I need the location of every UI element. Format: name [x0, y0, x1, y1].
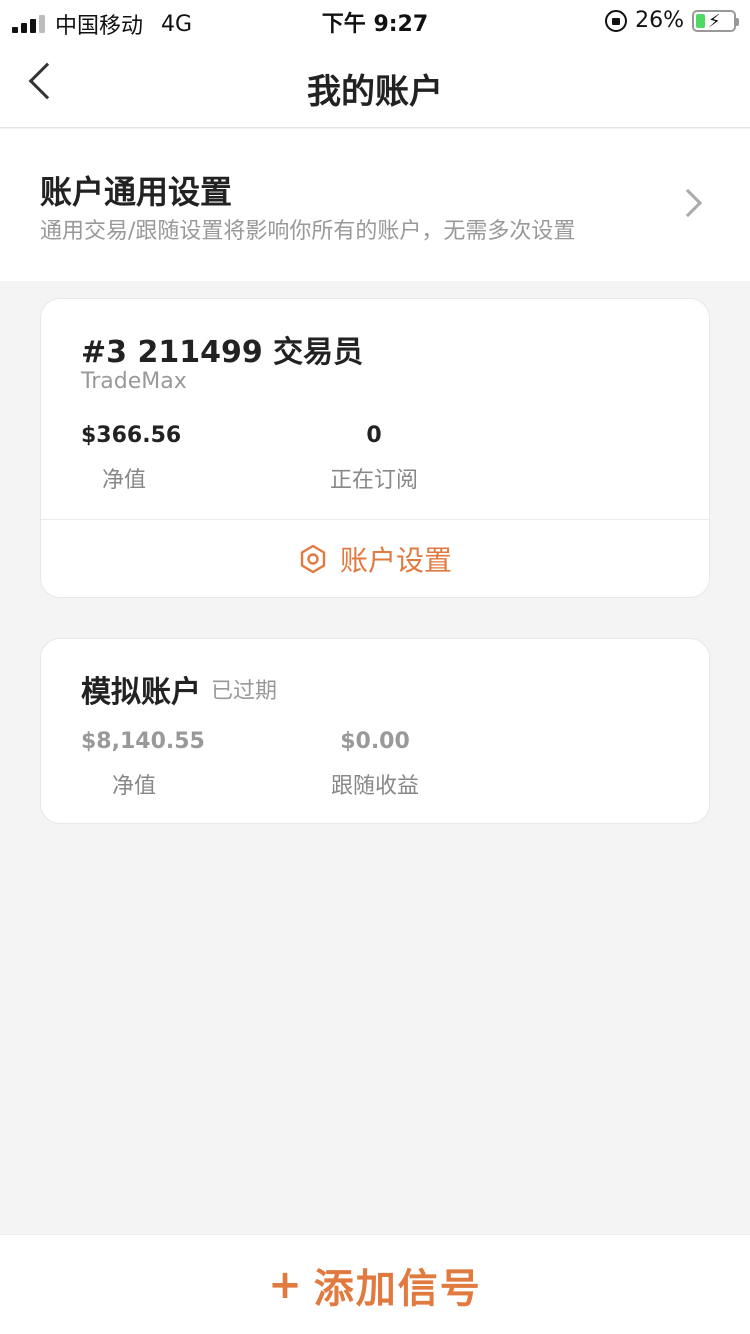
equity-label: 净值 [101, 468, 146, 493]
subscribing-value: 0 [366, 423, 382, 448]
demo-equity-value: $8,140.55 [81, 729, 205, 754]
general-settings-title: 账户通用设置 [40, 173, 233, 211]
subscribing-label: 正在订阅 [329, 468, 418, 493]
plus-icon: + [268, 1261, 302, 1308]
account-card-trader[interactable]: #3 211499 交易员 TradeMax $366.56 净值 0 正在订阅… [40, 298, 710, 598]
status-bar: 中国移动 4G 下午 9:27 26% ⚡ [0, 0, 750, 40]
add-signal-button[interactable]: + 添加信号 [0, 1234, 750, 1334]
account-settings-button[interactable]: 账户设置 [41, 520, 709, 598]
account-card-demo[interactable]: 模拟账户 已过期 $8,140.55 净值 $0.00 跟随收益 [40, 638, 710, 824]
demo-equity-label: 净值 [111, 774, 156, 799]
follow-profit-value: $0.00 [340, 729, 410, 754]
hexagon-gear-icon [300, 544, 326, 574]
equity-stat: $366.56 净值 [81, 423, 182, 494]
demo-equity-stat: $8,140.55 净值 [81, 729, 205, 800]
account-broker: TradeMax [81, 369, 187, 394]
rotation-lock-icon [605, 9, 628, 32]
status-right: 26% ⚡ [605, 8, 739, 33]
expired-badge: 已过期 [211, 679, 278, 704]
account-title: #3 211499 交易员 [81, 335, 364, 370]
demo-account-title: 模拟账户 [81, 675, 201, 710]
account-settings-label: 账户设置 [339, 544, 452, 577]
chevron-right-icon [673, 188, 703, 218]
nav-bar: 我的账户 [0, 40, 750, 128]
battery-charging-icon: ⚡ [692, 9, 739, 32]
page-title: 我的账户 [307, 72, 443, 112]
follow-profit-stat: $0.00 跟随收益 [325, 729, 425, 800]
subscribing-stat: 0 正在订阅 [321, 423, 427, 494]
equity-value: $366.56 [81, 423, 182, 448]
battery-percent: 26% [635, 8, 684, 33]
battery-level [696, 13, 706, 28]
bolt-icon: ⚡ [708, 10, 721, 32]
general-settings-description: 通用交易/跟随设置将影响你所有的账户，无需多次设置 [40, 219, 576, 244]
general-settings-row[interactable]: 账户通用设置 通用交易/跟随设置将影响你所有的账户，无需多次设置 [0, 129, 750, 281]
follow-profit-label: 跟随收益 [330, 774, 419, 799]
add-signal-label: 添加信号 [313, 1265, 482, 1312]
